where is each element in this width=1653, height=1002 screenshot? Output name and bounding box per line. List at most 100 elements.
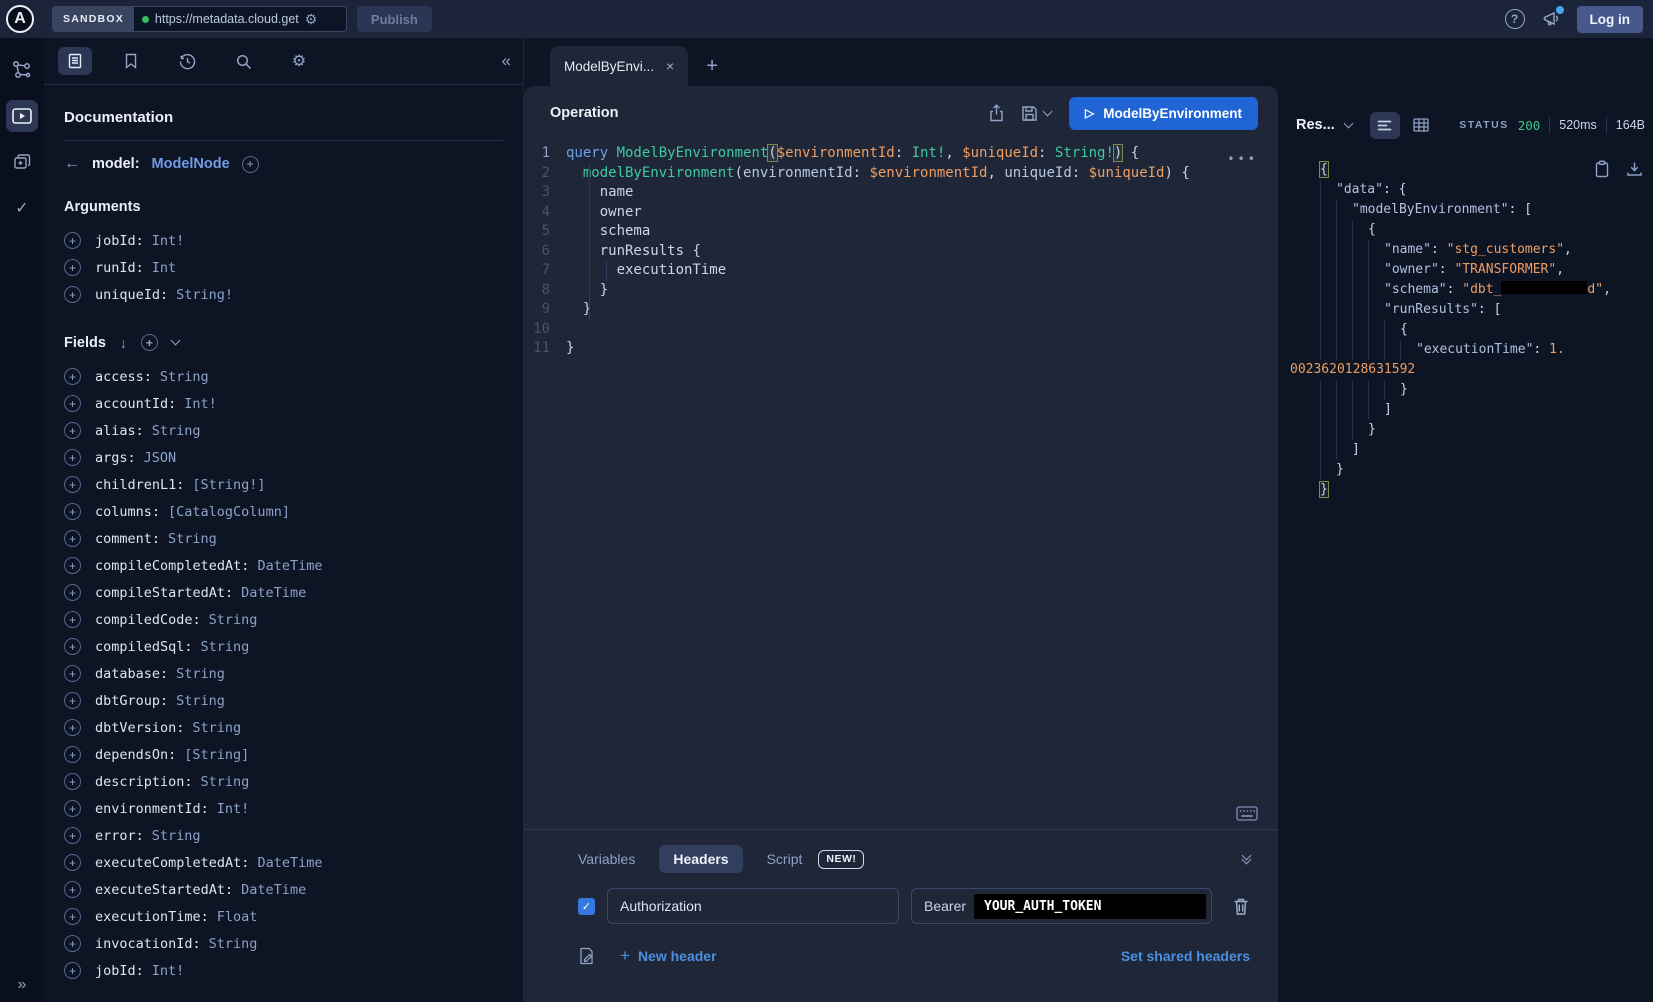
response-dropdown-chevron-icon[interactable] (1343, 118, 1353, 128)
copy-response-icon[interactable] (1594, 160, 1610, 178)
field-type[interactable]: DateTime (241, 882, 306, 898)
response-body[interactable]: {"data": {"modelByEnvironment": [{"name"… (1290, 160, 1645, 500)
delete-header-icon[interactable] (1232, 897, 1250, 916)
field-type[interactable]: String! (176, 287, 233, 303)
field-type[interactable]: Int! (152, 963, 185, 979)
add-field-icon[interactable]: + (64, 584, 81, 601)
add-field-icon[interactable]: + (64, 232, 81, 249)
add-field-icon[interactable]: + (64, 719, 81, 736)
tab-headers[interactable]: Headers (659, 845, 742, 873)
sandbox-collection-icon[interactable] (6, 146, 38, 178)
share-operation-icon[interactable] (988, 104, 1005, 122)
add-all-fields-icon[interactable]: + (141, 334, 158, 351)
tab-script[interactable]: Script (767, 851, 803, 867)
field-type[interactable]: String (176, 666, 225, 682)
endpoint-settings-gear-icon[interactable]: ⚙ (305, 12, 318, 26)
explorer-icon[interactable] (6, 100, 38, 132)
add-field-icon[interactable]: + (64, 881, 81, 898)
keyboard-shortcuts-icon[interactable] (1236, 806, 1258, 821)
add-field-icon[interactable]: + (64, 259, 81, 276)
add-field-icon[interactable]: + (64, 962, 81, 979)
endpoint-address-bar[interactable]: SANDBOX https://metadata.cloud.get ⚙ (52, 6, 347, 32)
schema-graph-icon[interactable] (6, 54, 38, 86)
field-type[interactable]: Int! (184, 396, 217, 412)
set-shared-headers-button[interactable]: Set shared headers (1121, 948, 1250, 964)
add-field-icon[interactable]: + (64, 800, 81, 817)
publish-button[interactable]: Publish (357, 6, 432, 32)
field-type[interactable]: String (160, 369, 209, 385)
run-operation-button[interactable]: ▷ ModelByEnvironment (1069, 97, 1258, 130)
add-field-icon[interactable]: + (64, 935, 81, 952)
bookmarks-tab-icon[interactable] (114, 47, 148, 75)
field-type[interactable]: String (152, 423, 201, 439)
field-type[interactable]: String (176, 693, 225, 709)
add-field-icon[interactable]: + (64, 476, 81, 493)
field-type[interactable]: String (152, 828, 201, 844)
tab-variables[interactable]: Variables (578, 851, 635, 867)
announcements-icon[interactable] (1541, 9, 1561, 29)
save-dropdown-chevron-icon[interactable] (1043, 106, 1053, 116)
add-field-icon[interactable]: + (64, 773, 81, 790)
tab-modelbyenvironment[interactable]: ModelByEnvi... × (550, 46, 688, 86)
field-type[interactable]: Int! (152, 233, 185, 249)
save-operation-icon[interactable] (1021, 105, 1051, 122)
field-type[interactable]: JSON (144, 450, 177, 466)
login-button[interactable]: Log in (1577, 6, 1644, 33)
field-type[interactable]: String (201, 774, 250, 790)
add-field-icon[interactable]: + (64, 746, 81, 763)
add-field-icon[interactable]: + (64, 503, 81, 520)
add-model-icon[interactable]: + (242, 156, 259, 173)
endpoint-url-field[interactable]: https://metadata.cloud.get ⚙ (134, 7, 346, 31)
edit-as-text-icon[interactable] (578, 947, 596, 965)
field-type[interactable]: DateTime (257, 558, 322, 574)
download-response-icon[interactable] (1626, 160, 1643, 178)
history-tab-icon[interactable] (170, 47, 204, 75)
add-field-icon[interactable]: + (64, 665, 81, 682)
field-type[interactable]: [CatalogColumn] (168, 504, 290, 520)
field-type[interactable]: DateTime (241, 585, 306, 601)
settings-tab-icon[interactable]: ⚙ (282, 47, 316, 75)
search-tab-icon[interactable] (226, 47, 260, 75)
field-type[interactable]: Int (152, 260, 176, 276)
add-field-icon[interactable]: + (64, 638, 81, 655)
add-field-icon[interactable]: + (64, 692, 81, 709)
field-type[interactable]: DateTime (257, 855, 322, 871)
sort-fields-icon[interactable]: ↓ (120, 335, 127, 351)
add-field-icon[interactable]: + (64, 827, 81, 844)
breadcrumb-type-link[interactable]: ModelNode (152, 156, 230, 172)
collapse-panel-icon[interactable] (1243, 856, 1250, 863)
graphql-editor[interactable]: 1query ModelByEnvironment($environmentId… (524, 140, 1278, 829)
help-icon[interactable]: ? (1505, 9, 1525, 29)
field-type[interactable]: [String] (184, 747, 249, 763)
header-enabled-checkbox[interactable]: ✓ (578, 898, 595, 915)
table-view-toggle-icon[interactable] (1406, 112, 1436, 139)
field-type[interactable]: String (201, 639, 250, 655)
expand-rail-icon[interactable]: » (18, 976, 27, 994)
collapse-docs-icon[interactable]: « (502, 51, 511, 71)
add-field-icon[interactable]: + (64, 395, 81, 412)
add-field-icon[interactable]: + (64, 422, 81, 439)
back-arrow-icon[interactable]: ← (64, 155, 80, 173)
add-field-icon[interactable]: + (64, 530, 81, 547)
new-header-button[interactable]: + New header (620, 946, 717, 966)
field-type[interactable]: String (168, 531, 217, 547)
editor-menu-icon[interactable]: ••• (1227, 150, 1258, 170)
auth-token-value[interactable]: YOUR_AUTH_TOKEN (974, 894, 1206, 919)
field-type[interactable]: String (192, 720, 241, 736)
header-key-input[interactable] (607, 888, 899, 924)
endpoint-url[interactable]: https://metadata.cloud.get (155, 12, 299, 26)
field-type[interactable]: [String!] (192, 477, 265, 493)
add-field-icon[interactable]: + (64, 611, 81, 628)
chevron-down-icon[interactable] (170, 336, 180, 346)
add-field-icon[interactable]: + (64, 286, 81, 303)
add-field-icon[interactable]: + (64, 908, 81, 925)
add-field-icon[interactable]: + (64, 368, 81, 385)
new-tab-icon[interactable]: + (706, 55, 718, 86)
field-type[interactable]: String (209, 612, 258, 628)
add-field-icon[interactable]: + (64, 557, 81, 574)
field-type[interactable]: Float (217, 909, 258, 925)
documentation-tab-icon[interactable] (58, 47, 92, 75)
field-type[interactable]: String (209, 936, 258, 952)
checks-icon[interactable]: ✓ (6, 192, 38, 224)
header-value-input[interactable]: Bearer YOUR_AUTH_TOKEN (911, 888, 1212, 924)
